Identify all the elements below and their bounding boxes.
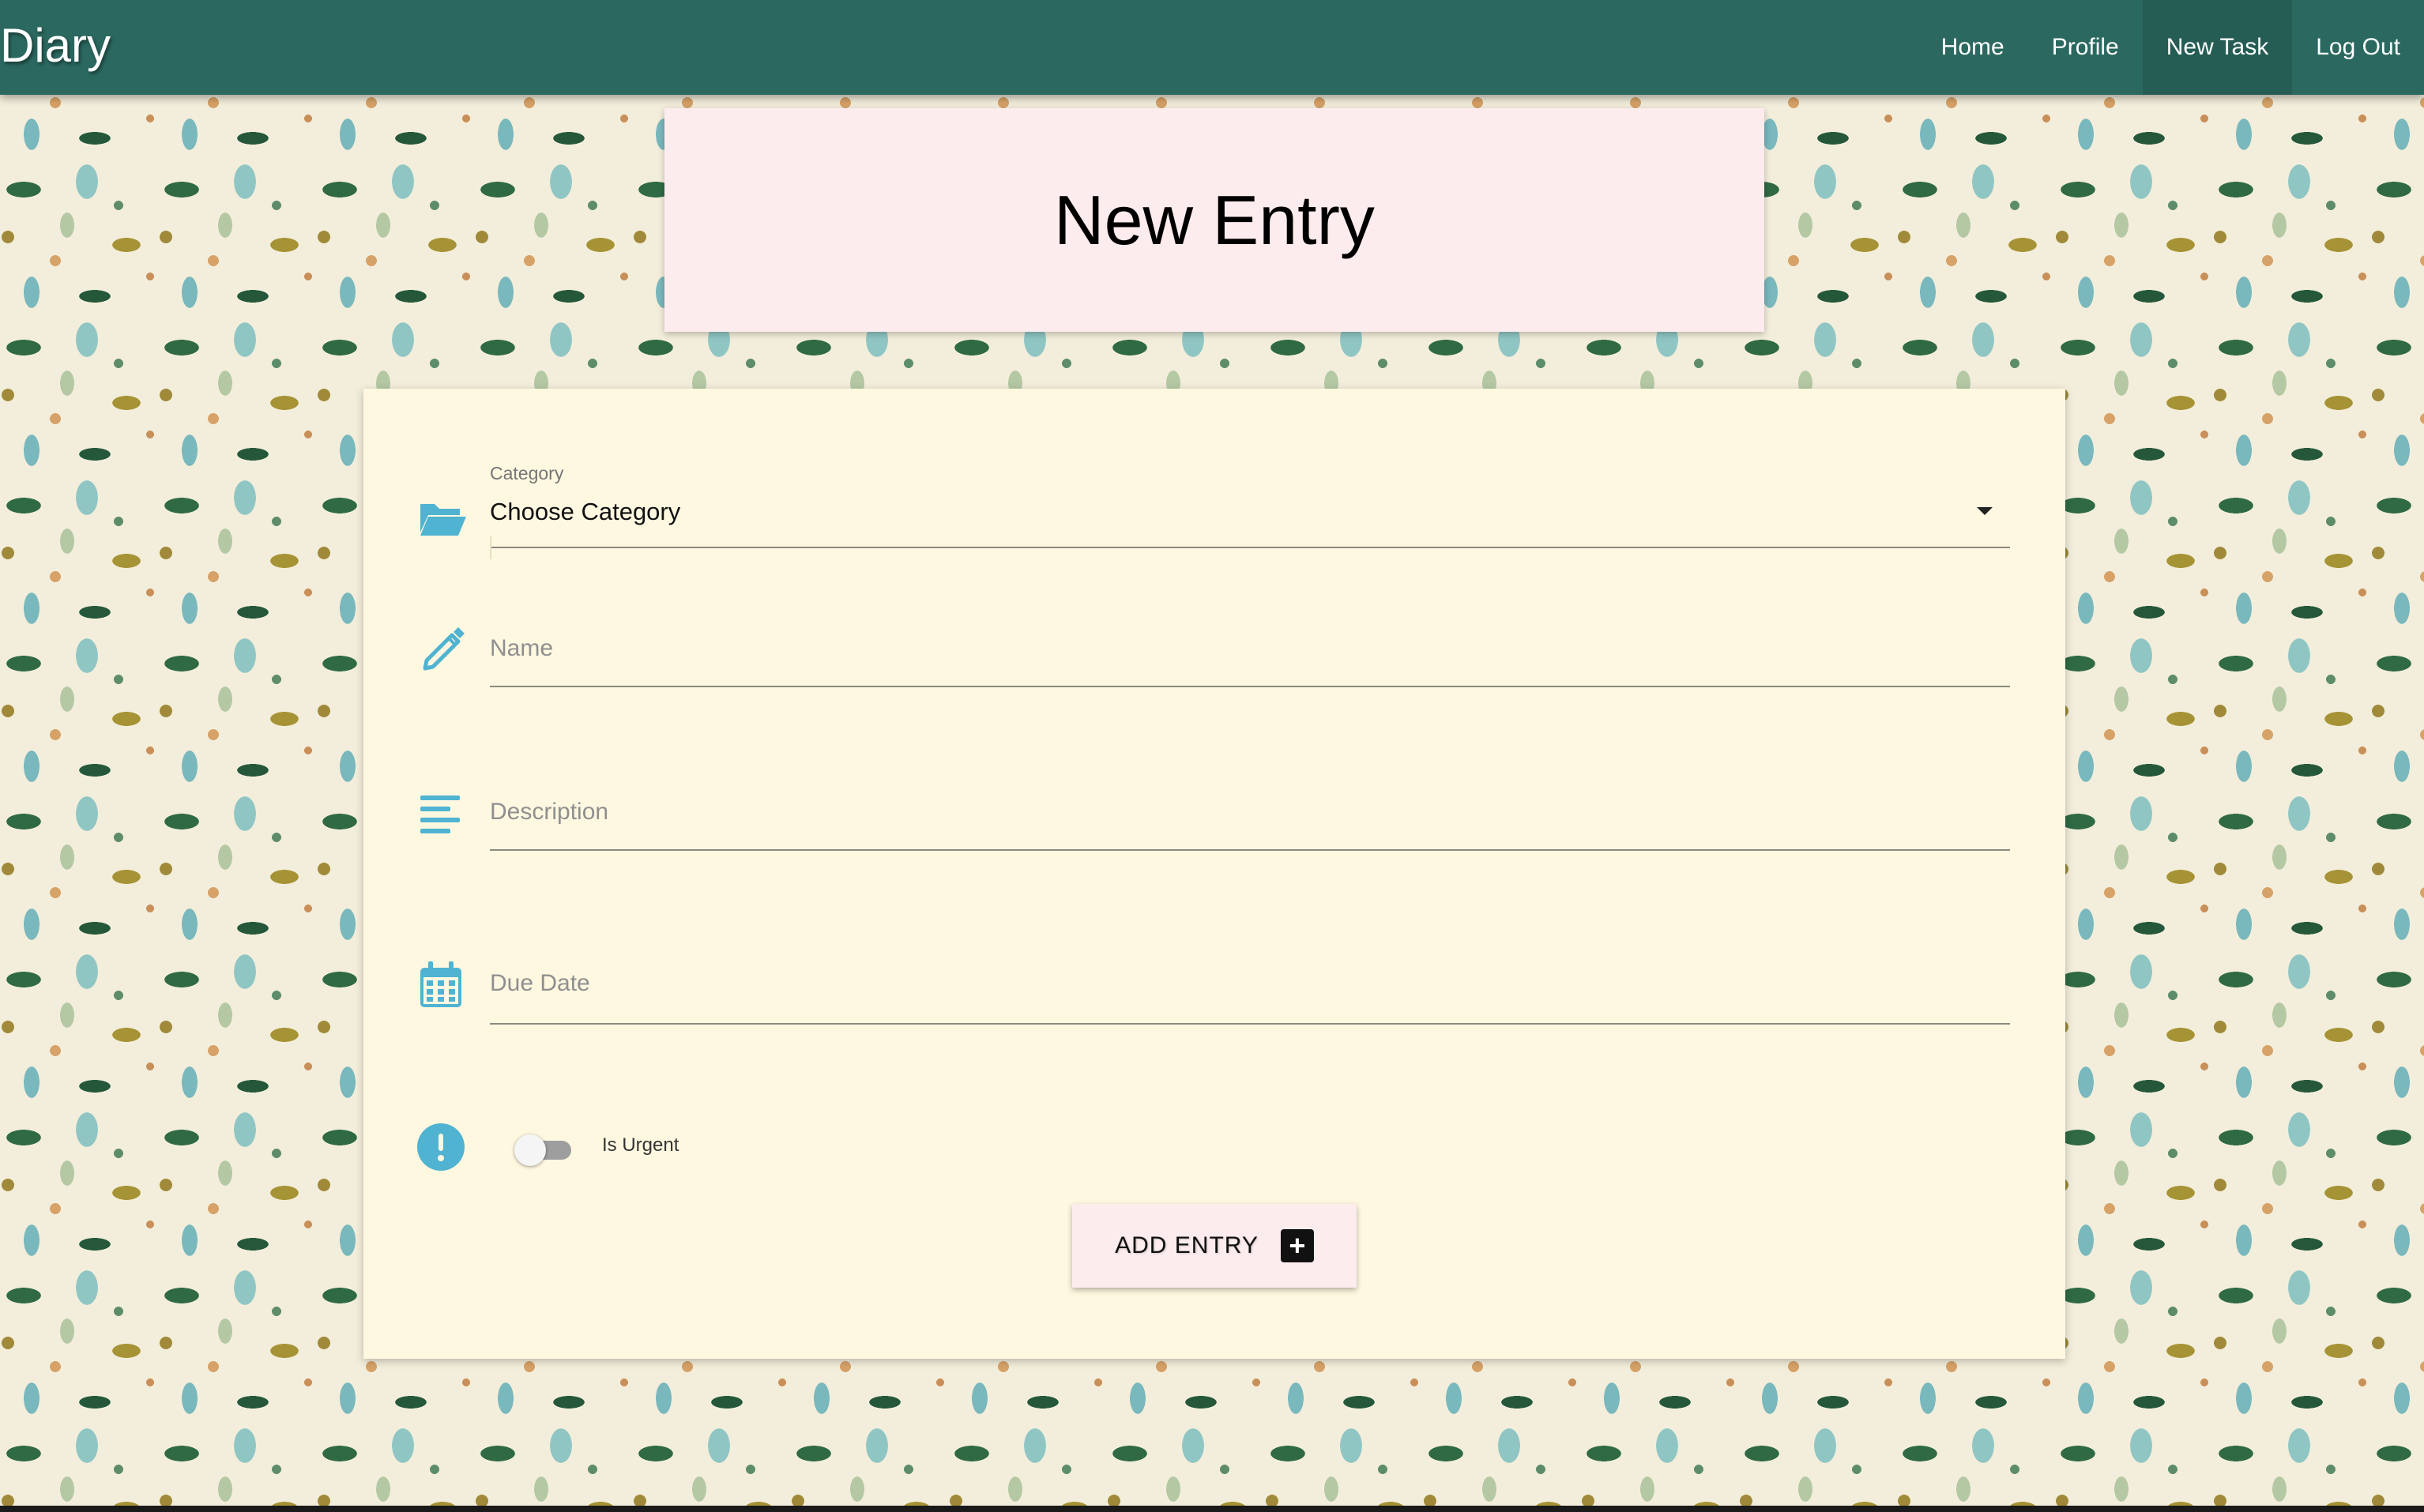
due-date-placeholder: Due Date xyxy=(490,970,590,996)
toggle-thumb xyxy=(514,1134,546,1166)
category-select-value: Choose Category xyxy=(490,498,681,525)
page-header-card: New Entry xyxy=(664,108,1764,332)
description-row: Description xyxy=(363,781,2065,860)
add-entry-label: ADD ENTRY xyxy=(1115,1232,1259,1258)
name-placeholder: Name xyxy=(490,635,554,661)
folder-open-icon xyxy=(420,504,466,536)
name-input[interactable]: Name xyxy=(490,626,2010,687)
nav-link-new-task[interactable]: New Task xyxy=(2142,0,2293,95)
description-placeholder: Description xyxy=(490,799,609,825)
align-left-icon xyxy=(420,795,460,833)
pencil-icon xyxy=(423,627,465,671)
nav-link-profile[interactable]: Profile xyxy=(2028,0,2143,95)
calendar-icon xyxy=(420,961,461,1007)
due-date-row: Due Date xyxy=(363,952,2065,1031)
name-row: Name xyxy=(363,618,2065,697)
page-title: New Entry xyxy=(1054,181,1375,259)
urgent-label: Is Urgent xyxy=(602,1134,679,1156)
nav-link-home[interactable]: Home xyxy=(1918,0,2028,95)
nav-link-log-out[interactable]: Log Out xyxy=(2292,0,2424,95)
plus-icon: + xyxy=(1280,1229,1314,1262)
top-navbar: Diary Home Profile New Task Log Out xyxy=(0,0,2424,95)
new-entry-form: Category Choose Category Name Descriptio… xyxy=(363,389,2065,1359)
add-entry-button[interactable]: ADD ENTRY + xyxy=(1072,1204,1357,1288)
brand-logo[interactable]: Diary xyxy=(0,17,111,74)
nav-links: Home Profile New Task Log Out xyxy=(1918,0,2424,95)
window-bottom-edge xyxy=(0,1506,2424,1512)
category-select[interactable]: Choose Category xyxy=(490,491,2010,548)
chevron-down-icon[interactable] xyxy=(1977,507,1993,515)
urgent-toggle[interactable] xyxy=(514,1123,576,1171)
description-input[interactable]: Description xyxy=(490,789,2010,851)
exclamation-circle-icon xyxy=(417,1123,465,1171)
category-label: Category xyxy=(490,463,564,483)
select-helper-divider xyxy=(490,536,491,559)
category-row: Category Choose Category xyxy=(363,420,2065,548)
due-date-input[interactable]: Due Date xyxy=(490,955,2010,1025)
